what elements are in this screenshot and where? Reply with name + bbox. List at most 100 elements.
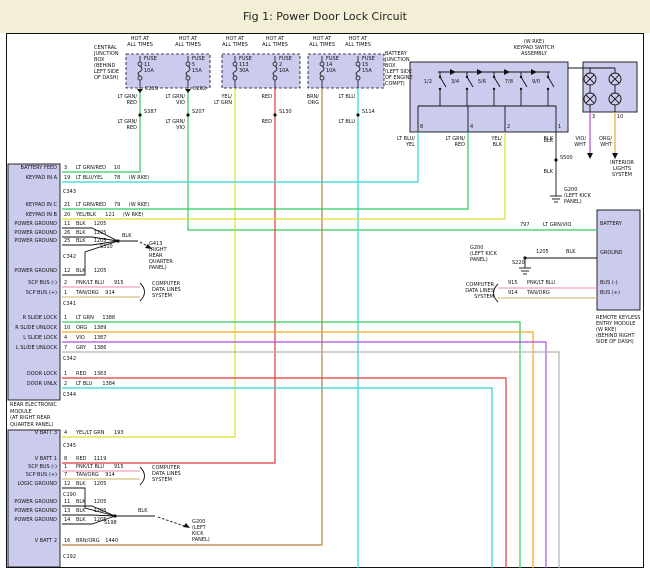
wire-color-label: BLK: [122, 233, 132, 239]
wire-color-label: RED: [240, 119, 272, 125]
text-line: WHT: [588, 142, 612, 148]
circuit-number: 797: [520, 222, 530, 228]
text-line: LT GRN: [200, 100, 232, 106]
module-pin-function: DOOR LOCK: [9, 371, 57, 377]
keypad-switch-label: 9/0: [532, 79, 540, 85]
wire-color-label: TAN/ORG: [76, 290, 99, 296]
wire-color-label: LT GRN/RED: [105, 94, 137, 106]
pin-number: 10: [64, 325, 70, 331]
rem-module-caption: REAR ELECTRONICMODULE(AT RIGHT REARQUART…: [10, 402, 60, 428]
circuit-number: 1119: [94, 456, 107, 462]
circuit-number: 1387: [94, 335, 107, 341]
hot-at-all-times-label: HOT ATALL TIMES: [334, 36, 382, 48]
wire-color-label: RED: [76, 371, 86, 377]
wire-color-label: BLK: [76, 508, 86, 514]
text-line: 10A: [279, 68, 292, 74]
wire-color-label: BLK: [76, 268, 86, 274]
wire-color-label: BLK: [76, 499, 86, 505]
wire-color-label: ORG/WHT: [588, 136, 612, 148]
wire-color-label: TAN/ORG: [527, 290, 550, 296]
keypad-switch-label: 5/6: [478, 79, 486, 85]
wire-color-label: YEL/LT GRN: [200, 94, 232, 106]
pin-number: 1: [64, 315, 67, 321]
wire-color-label: GRY: [76, 345, 86, 351]
circuit-number: 1205: [94, 268, 107, 274]
computer-data-lines-ref: COMPUTERDATA LINESSYSTEM: [152, 465, 181, 483]
text-line: POWER GROUND: [9, 238, 57, 244]
text-line: SIDE OF DASH): [596, 339, 640, 345]
module-pin-function: POWER GROUND: [9, 499, 57, 505]
fuse-label: FUSE1515A: [362, 56, 375, 75]
circuit-number: 1383: [94, 371, 107, 377]
circuit-number: 1205: [94, 517, 107, 523]
text-line: VIO: [153, 100, 185, 106]
module-pin-function: SCP BUS (-): [9, 280, 57, 286]
battery-junction-box-label: BATTERYJUNCTIONBOX(LEFT SIDEOF ENGINECOM…: [385, 51, 413, 87]
circuit-number: 1205: [94, 508, 107, 514]
text-line: POWER GROUND: [9, 499, 57, 505]
text-line: SYSTEM: [152, 293, 181, 299]
wire-color-label: BRN/ORG: [76, 538, 100, 544]
text-line: SYSTEM: [152, 477, 181, 483]
text-line: YEL: [385, 142, 415, 148]
wire-color-label: LT BLU: [323, 119, 355, 125]
text-line: 10A: [144, 68, 157, 74]
connector-label: C342: [63, 356, 76, 362]
rke-note: (W RKE): [129, 175, 149, 181]
text-line: BLK: [472, 142, 502, 148]
module-pin-function: SCP BUS (+): [9, 290, 57, 296]
pin-number: 25: [64, 238, 70, 244]
connector-label: C219: [145, 86, 158, 92]
text-line: SYSTEM: [442, 294, 494, 300]
pin-number: 11: [64, 499, 70, 505]
wire-color-label: LT GRN/RED: [435, 136, 465, 148]
pin-number: 21: [64, 202, 70, 208]
connector-label: C342: [63, 254, 76, 260]
wire-color-label: VIO: [76, 335, 85, 341]
keypad-pin-number: 4: [470, 124, 473, 130]
text-line: SCP BUS (+): [9, 472, 57, 478]
text-line: LT BLU: [323, 119, 355, 125]
module-pin-function: POWER GROUND: [9, 221, 57, 227]
circuit-number: 914: [105, 472, 115, 478]
fuse-label: FUSE11330A: [239, 56, 252, 75]
keypad-switch-label: 7/8: [505, 79, 513, 85]
text-line: RED: [105, 125, 137, 131]
text-line: LOGIC GROUND: [9, 481, 57, 487]
module-pin-function: R SLIDE UNLOCK: [9, 325, 57, 331]
wire-color-label: BLK: [523, 136, 553, 142]
module-pin-function: POWER GROUND: [9, 238, 57, 244]
text-line: PANEL): [192, 537, 210, 543]
computer-data-lines-ref: COMPUTERDATA LINESSYSTEM: [152, 281, 181, 299]
module-pin-function: V BATT 2: [9, 538, 57, 544]
wire-color-label: LT BLU: [76, 381, 92, 387]
wire-color-label: BLK: [76, 517, 86, 523]
connector-label: C345: [63, 443, 76, 449]
text-line: V BATT 2: [9, 538, 57, 544]
wire-color-label: BLK: [566, 249, 576, 255]
text-line: ALL TIMES: [164, 42, 212, 48]
wire-color-label: LT GRN/VIO: [543, 222, 571, 228]
fuse-label: FUSE515A: [192, 56, 205, 75]
circuit-number: 915: [508, 280, 518, 286]
text-line: POWER GROUND: [9, 508, 57, 514]
text-line: PANEL): [564, 199, 591, 205]
module-pin-function: POWER GROUND: [9, 508, 57, 514]
text-line: KEYPAD IN A: [9, 175, 57, 181]
wire-color-label: LT GRN/RED: [76, 165, 106, 171]
text-line: BLK: [523, 136, 553, 142]
text-line: RED: [105, 100, 137, 106]
circuit-number: 79: [114, 202, 120, 208]
module-pin-function: DOOR UNLK: [9, 381, 57, 387]
rke-pin-function: BUS (-): [600, 280, 618, 286]
text-line: POWER GROUND: [9, 268, 57, 274]
central-junction-box-label: CENTRALJUNCTIONBOX(BEHINDLEFT SIDEOF DAS…: [94, 45, 119, 81]
module-pin-function: R SLIDE LOCK: [9, 315, 57, 321]
rke-note: (W RKE): [129, 202, 149, 208]
ground-ref-g200: G200(LEFT KICKPANEL): [564, 187, 591, 205]
rke-note: (W RKE): [123, 212, 143, 218]
circuit-number: 915: [114, 464, 124, 470]
text-line: L SLIDE LOCK: [9, 335, 57, 341]
module-pin-function: V BATT 1: [9, 456, 57, 462]
lamp-pin-number: 3: [592, 114, 595, 120]
